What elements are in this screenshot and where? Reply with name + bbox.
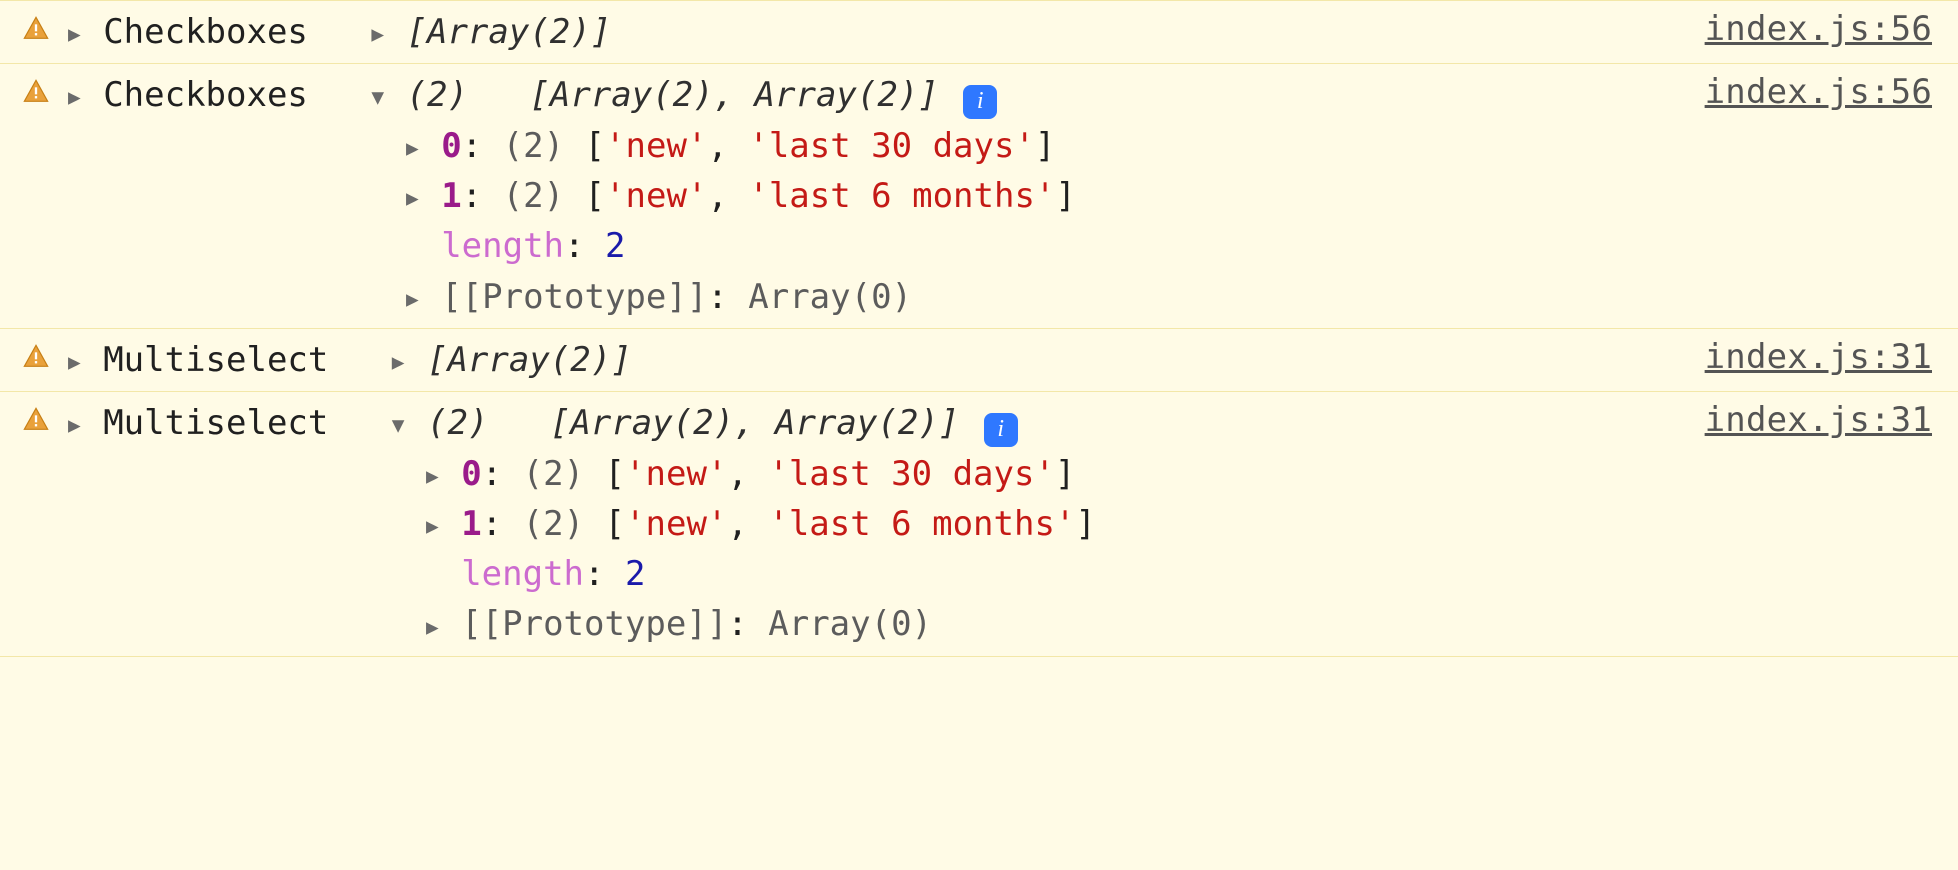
string-value: 'last 30 days' — [768, 454, 1055, 494]
log-label: Checkboxes — [103, 12, 308, 52]
colon: : — [564, 226, 605, 266]
object-count: (2) — [407, 75, 468, 115]
bracket-open: [ — [605, 454, 625, 494]
object-disclosure-closed-icon[interactable]: ▶ — [390, 346, 407, 377]
property-key: length — [441, 226, 564, 266]
object-disclosure-open-icon[interactable]: ▼ — [369, 81, 386, 112]
property-key: length — [461, 554, 584, 594]
string-value: 'new' — [625, 504, 727, 544]
bracket-close: ] — [1035, 126, 1055, 166]
string-value: 'last 6 months' — [748, 176, 1055, 216]
property-key: [[Prototype]] — [441, 277, 707, 317]
separator: , — [707, 176, 748, 216]
string-value: 'last 30 days' — [748, 126, 1035, 166]
bracket-close: ] — [1055, 176, 1075, 216]
disclosure-closed-icon[interactable]: ▶ — [404, 182, 421, 213]
string-value: 'new' — [605, 176, 707, 216]
entry-count: (2) — [523, 454, 584, 494]
colon: : — [707, 277, 748, 317]
source-link[interactable]: index.js:31 — [1705, 337, 1932, 377]
property-value: Array(0) — [748, 277, 912, 317]
log-message: ▶ Checkboxes ▶ [Array(2)] — [66, 7, 1681, 57]
info-icon[interactable]: i — [963, 85, 997, 119]
array-entry[interactable]: ▶ 0: (2) ['new', 'last 30 days'] — [404, 121, 1681, 171]
property-value: Array(0) — [768, 604, 932, 644]
warning-icon — [22, 343, 50, 371]
array-entry[interactable]: ▶ 0: (2) ['new', 'last 30 days'] — [424, 449, 1681, 499]
property-key: [[Prototype]] — [461, 604, 727, 644]
warning-icon — [22, 15, 50, 43]
colon: : — [584, 554, 625, 594]
object-summary[interactable]: [Array(2)] — [407, 12, 612, 52]
bracket-open: [ — [605, 504, 625, 544]
disclosure-closed-icon[interactable]: ▶ — [66, 346, 83, 377]
bracket-open: [ — [585, 126, 605, 166]
array-entry[interactable]: ▶ 1: (2) ['new', 'last 6 months'] — [424, 499, 1681, 549]
object-disclosure-open-icon[interactable]: ▼ — [390, 409, 407, 440]
bracket-close: ] — [1075, 504, 1095, 544]
bracket-close: ] — [1055, 454, 1075, 494]
entry-count: (2) — [523, 504, 584, 544]
disclosure-closed-icon[interactable]: ▶ — [424, 460, 441, 491]
console-warning-row[interactable]: ▶ Multiselect ▶ [Array(2)] index.js:31 — [0, 328, 1958, 392]
disclosure-closed-icon[interactable]: ▶ — [404, 283, 421, 314]
entry-count: (2) — [503, 176, 564, 216]
entry-index: 1 — [441, 176, 461, 216]
log-label: Multiselect — [103, 403, 328, 443]
disclosure-closed-icon[interactable]: ▶ — [66, 81, 83, 112]
disclosure-closed-icon[interactable]: ▶ — [66, 409, 83, 440]
object-children: ▶ 0: (2) ['new', 'last 30 days'] ▶ 1: (2… — [66, 449, 1681, 650]
entry-index: 0 — [441, 126, 461, 166]
object-summary[interactable]: [Array(2), Array(2)] — [550, 403, 959, 443]
array-entry[interactable]: ▶ 1: (2) ['new', 'last 6 months'] — [404, 171, 1681, 221]
log-label: Checkboxes — [103, 75, 308, 115]
colon: : — [727, 604, 768, 644]
disclosure-closed-icon[interactable]: ▶ — [424, 510, 441, 541]
entry-index: 0 — [461, 454, 481, 494]
log-label: Multiselect — [103, 340, 328, 380]
object-disclosure-closed-icon[interactable]: ▶ — [369, 18, 386, 49]
number-value: 2 — [625, 554, 645, 594]
console-warning-row[interactable]: ▶ Checkboxes ▼ (2) [Array(2), Array(2)] … — [0, 63, 1958, 329]
object-summary[interactable]: [Array(2), Array(2)] — [529, 75, 938, 115]
log-message: ▶ Checkboxes ▼ (2) [Array(2), Array(2)] … — [66, 70, 1681, 322]
warning-icon — [22, 406, 50, 434]
separator: , — [727, 504, 768, 544]
separator: , — [727, 454, 768, 494]
entry-index: 1 — [461, 504, 481, 544]
log-message: ▶ Multiselect ▶ [Array(2)] — [66, 335, 1681, 385]
disclosure-closed-icon[interactable]: ▶ — [424, 611, 441, 642]
number-value: 2 — [605, 226, 625, 266]
disclosure-closed-icon[interactable]: ▶ — [66, 18, 83, 49]
entry-count: (2) — [503, 126, 564, 166]
source-link[interactable]: index.js:56 — [1705, 9, 1932, 49]
disclosure-closed-icon[interactable]: ▶ — [404, 132, 421, 163]
object-count: (2) — [427, 403, 488, 443]
separator: , — [707, 126, 748, 166]
warning-icon — [22, 78, 50, 106]
object-summary[interactable]: [Array(2)] — [427, 340, 632, 380]
console-warning-row[interactable]: ▶ Multiselect ▼ (2) [Array(2), Array(2)]… — [0, 391, 1958, 657]
length-property[interactable]: ▶ length: 2 — [404, 221, 1681, 271]
bracket-open: [ — [585, 176, 605, 216]
source-link[interactable]: index.js:56 — [1705, 72, 1932, 112]
source-link[interactable]: index.js:31 — [1705, 400, 1932, 440]
info-icon[interactable]: i — [984, 413, 1018, 447]
string-value: 'new' — [605, 126, 707, 166]
log-message: ▶ Multiselect ▼ (2) [Array(2), Array(2)]… — [66, 398, 1681, 650]
prototype-property[interactable]: ▶ [[Prototype]]: Array(0) — [404, 272, 1681, 322]
length-property[interactable]: ▶ length: 2 — [424, 549, 1681, 599]
prototype-property[interactable]: ▶ [[Prototype]]: Array(0) — [424, 599, 1681, 649]
object-children: ▶ 0: (2) ['new', 'last 30 days'] ▶ 1: (2… — [66, 121, 1681, 322]
string-value: 'last 6 months' — [768, 504, 1075, 544]
string-value: 'new' — [625, 454, 727, 494]
console-warning-row[interactable]: ▶ Checkboxes ▶ [Array(2)] index.js:56 — [0, 0, 1958, 64]
